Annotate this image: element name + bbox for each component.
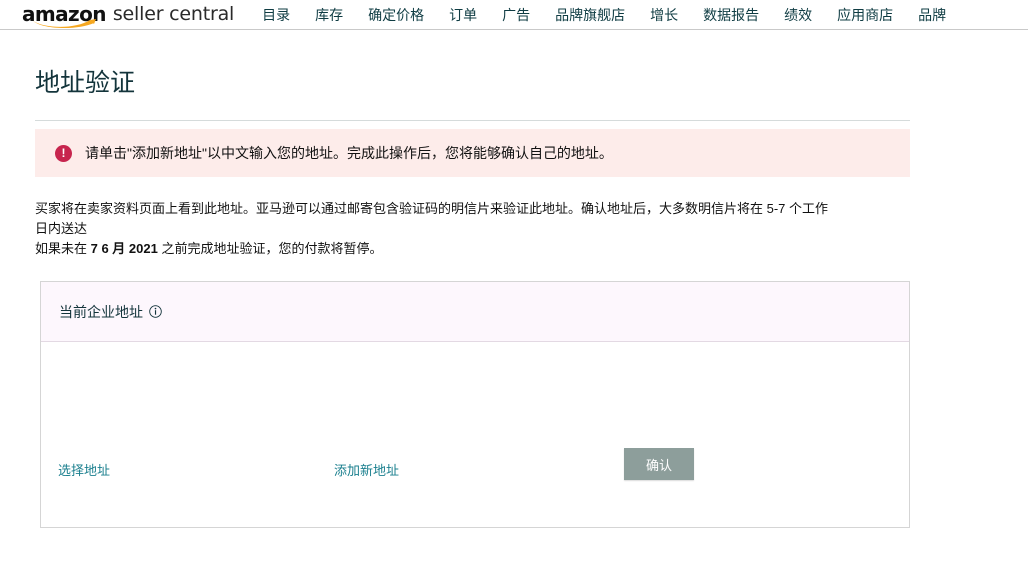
error-alert-banner: ! 请单击"添加新地址"以中文输入您的地址。完成此操作后，您将能够确认自己的地址… — [35, 129, 910, 177]
nav-items-list: 目录 库存 确定价格 订单 广告 品牌旗舰店 增长 数据报告 绩效 应用商店 品… — [262, 6, 946, 24]
intro-line-1: 买家将在卖家资料页面上看到此地址。亚马逊可以通过邮寄包含验证码的明信片来验证此地… — [35, 201, 829, 236]
nav-item-inventory[interactable]: 库存 — [315, 6, 343, 24]
current-business-address-card: 当前企业地址 选择地址 添加新地址 确认 — [40, 281, 910, 528]
amazon-wordmark: amazon — [22, 4, 106, 28]
top-navigation-bar: amazon seller central 目录 库存 确定价格 订单 广告 品… — [0, 0, 1028, 30]
page-content: 地址验证 ! 请单击"添加新地址"以中文输入您的地址。完成此操作后，您将能够确认… — [0, 68, 1028, 528]
nav-item-brand-store[interactable]: 品牌旗舰店 — [555, 6, 625, 24]
info-circle-icon[interactable] — [149, 305, 162, 318]
nav-item-performance[interactable]: 绩效 — [784, 6, 812, 24]
nav-item-advertising[interactable]: 广告 — [502, 6, 530, 24]
alert-message: 请单击"添加新地址"以中文输入您的地址。完成此操作后，您将能够确认自己的地址。 — [85, 145, 613, 161]
page-title: 地址验证 — [35, 69, 136, 97]
intro-line-2-before: 如果未在 — [35, 241, 91, 256]
nav-item-brand[interactable]: 品牌 — [918, 6, 946, 24]
confirm-button[interactable]: 确认 — [624, 448, 694, 480]
nav-item-appstore[interactable]: 应用商店 — [837, 6, 893, 24]
seller-central-wordmark: seller central — [112, 2, 235, 25]
select-address-link[interactable]: 选择地址 — [58, 463, 110, 479]
intro-paragraph: 买家将在卖家资料页面上看到此地址。亚马逊可以通过邮寄包含验证码的明信片来验证此地… — [35, 199, 835, 259]
nav-item-pricing[interactable]: 确定价格 — [368, 6, 424, 24]
card-body: 选择地址 添加新地址 确认 — [41, 342, 909, 527]
card-header: 当前企业地址 — [41, 282, 909, 342]
title-divider — [35, 120, 910, 121]
nav-item-catalog[interactable]: 目录 — [262, 6, 290, 24]
error-exclamation-icon: ! — [55, 145, 72, 162]
nav-item-reports[interactable]: 数据报告 — [703, 6, 759, 24]
nav-item-orders[interactable]: 订单 — [449, 6, 477, 24]
amazon-smile-icon — [32, 18, 98, 29]
card-actions-row: 选择地址 添加新地址 确认 — [41, 448, 909, 494]
add-new-address-link[interactable]: 添加新地址 — [334, 463, 399, 479]
amazon-seller-central-logo[interactable]: amazon seller central — [22, 2, 235, 28]
nav-item-growth[interactable]: 增长 — [650, 6, 678, 24]
card-header-title: 当前企业地址 — [59, 303, 143, 320]
intro-line-2-after: 之前完成地址验证，您的付款将暂停。 — [157, 241, 383, 256]
deadline-date: 7 6 月 2021 — [90, 241, 158, 256]
